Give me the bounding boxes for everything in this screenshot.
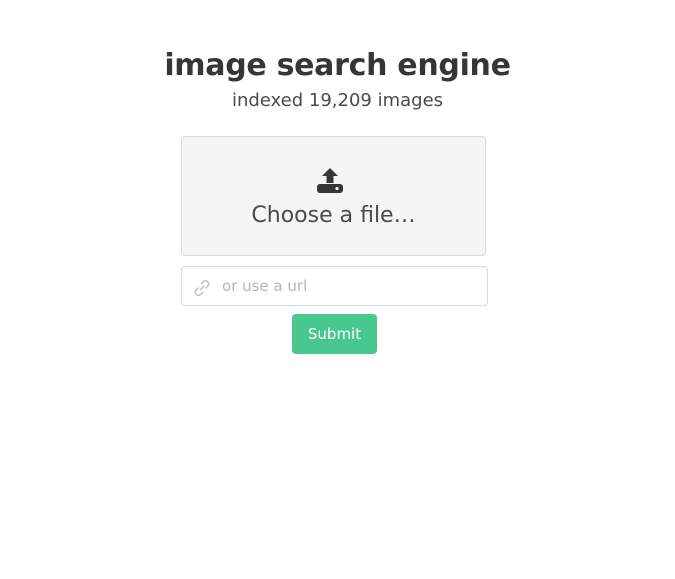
file-upload-button[interactable]: Choose a file… [181, 136, 486, 256]
page-subtitle: indexed 19,209 images [231, 90, 444, 111]
page-title: image search engine [164, 48, 511, 83]
upload-icon [316, 167, 344, 193]
link-icon [192, 278, 212, 297]
url-input[interactable] [222, 267, 482, 305]
submit-button[interactable]: Submit [292, 314, 377, 354]
page: image search engine indexed 19,209 image… [0, 0, 675, 579]
file-upload-label: Choose a file… [251, 203, 416, 228]
header: image search engine indexed 19,209 image… [0, 47, 675, 113]
url-field-wrapper [181, 266, 488, 306]
